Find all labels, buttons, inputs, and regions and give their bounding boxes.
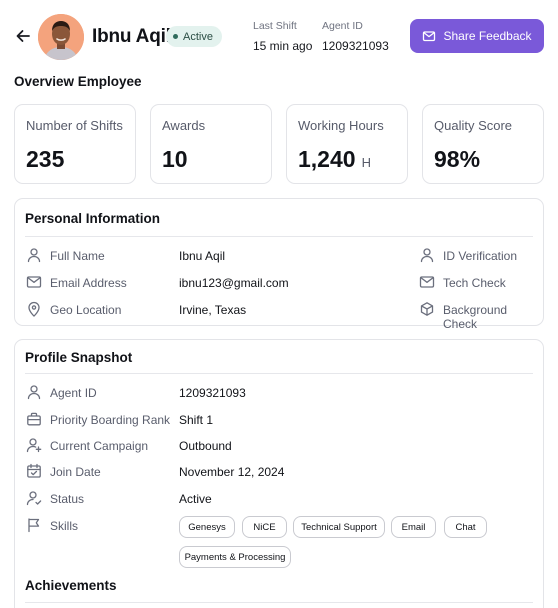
overview-title: Overview Employee <box>14 74 142 89</box>
user-icon <box>26 384 42 400</box>
last-shift-value: 15 min ago <box>253 39 313 53</box>
email-address-value: ibnu123@gmail.com <box>179 276 289 290</box>
mail-icon <box>26 274 42 290</box>
agent-id-row-value: 1209321093 <box>179 386 246 400</box>
stat-label: Number of Shifts <box>26 118 123 133</box>
stat-unit: H <box>361 155 371 170</box>
mail-icon <box>419 274 435 290</box>
achievements-title: Achievements <box>25 578 117 593</box>
divider <box>25 602 533 603</box>
priority-boarding-rank-value: Shift 1 <box>179 413 214 427</box>
share-feedback-label: Share Feedback <box>443 29 532 43</box>
background-check-label: Background Check <box>443 303 508 331</box>
full-name-label: Full Name <box>50 249 105 263</box>
join-date-value: November 12, 2024 <box>179 465 285 479</box>
skill-chip[interactable]: Payments & Processing <box>179 546 291 568</box>
flag-icon <box>26 517 42 533</box>
briefcase-icon <box>26 411 42 427</box>
join-date-label: Join Date <box>50 465 101 479</box>
mail-icon <box>423 31 436 42</box>
skill-chip[interactable]: Genesys <box>179 516 235 538</box>
status-dot-icon <box>173 34 178 39</box>
skill-chip[interactable]: Email <box>391 516 436 538</box>
employee-name: Ibnu Aqil <box>92 26 171 47</box>
status-row-label: Status <box>50 492 85 506</box>
tech-check-label: Tech Check <box>443 276 506 290</box>
skill-chip[interactable]: NiCE <box>242 516 287 538</box>
stat-card-quality-score: Quality Score 98% <box>422 104 544 184</box>
divider <box>25 236 533 237</box>
divider <box>25 373 533 374</box>
stat-card-working-hours: Working Hours 1,240 H <box>286 104 408 184</box>
id-verification-label: ID Verification <box>443 249 518 263</box>
status-row-value: Active <box>179 492 212 506</box>
user-icon <box>26 247 42 263</box>
status-badge: Active <box>166 26 222 47</box>
location-pin-icon <box>26 301 42 317</box>
current-campaign-label: Current Campaign <box>50 439 149 453</box>
geo-location-value: Irvine, Texas <box>179 303 247 317</box>
email-address-label: Email Address <box>50 276 127 290</box>
status-badge-label: Active <box>183 30 213 43</box>
panel-title: Personal Information <box>25 211 161 226</box>
priority-boarding-rank-label: Priority Boarding Rank <box>50 413 171 427</box>
stat-label: Working Hours <box>298 118 384 133</box>
stat-card-shifts: Number of Shifts 235 <box>14 104 136 184</box>
stat-value: 1,240 H <box>298 146 371 172</box>
full-name-value: Ibnu Aqil <box>179 249 226 263</box>
agent-id-row-label: Agent ID <box>50 386 97 400</box>
stat-value: 98% <box>434 146 481 172</box>
cube-icon <box>419 301 435 317</box>
current-campaign-value: Outbound <box>179 439 232 453</box>
share-feedback-button[interactable]: Share Feedback <box>410 19 544 53</box>
user-icon <box>419 247 435 263</box>
personal-information-panel: Personal Information Full Name Ibnu Aqil… <box>14 198 544 331</box>
back-arrow-icon[interactable] <box>14 27 32 45</box>
stat-label: Quality Score <box>434 118 513 133</box>
agent-id-value: 1209321093 <box>322 39 389 53</box>
user-status-icon <box>26 490 42 506</box>
agent-id-label: Agent ID <box>322 20 363 32</box>
user-plus-icon <box>26 437 42 453</box>
stat-value: 235 <box>26 146 65 172</box>
stat-label: Awards <box>162 118 206 133</box>
skill-chip[interactable]: Technical Support <box>293 516 385 538</box>
panel-title: Profile Snapshot <box>25 350 133 365</box>
stat-card-awards: Awards 10 <box>150 104 272 184</box>
avatar <box>38 14 84 60</box>
stat-value: 10 <box>162 146 188 172</box>
calendar-icon <box>26 463 42 479</box>
profile-snapshot-panel: Profile Snapshot Agent ID 1209321093 Pri… <box>14 339 544 608</box>
skills-label: Skills <box>50 519 79 533</box>
last-shift-label: Last Shift <box>253 20 297 32</box>
skill-chip[interactable]: Chat <box>444 516 487 538</box>
geo-location-label: Geo Location <box>50 303 122 317</box>
